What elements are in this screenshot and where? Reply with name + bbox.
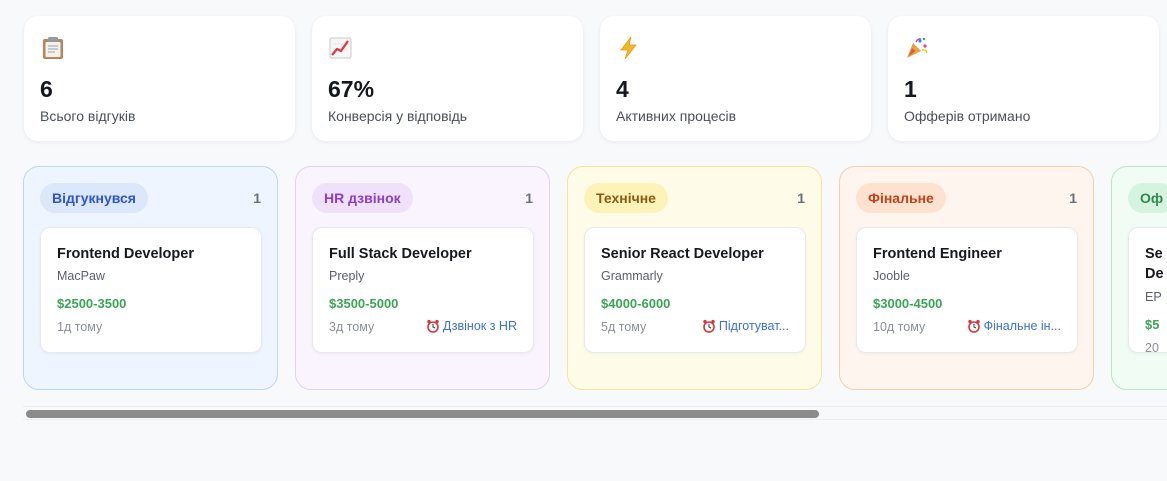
stage-badge: HR дзвінок bbox=[312, 183, 413, 213]
job-card[interactable]: Frontend Developer MacPaw $2500-3500 1д … bbox=[40, 227, 262, 353]
stage-badge: Оф bbox=[1128, 183, 1167, 213]
stage-badge: Відгукнувся bbox=[40, 183, 148, 213]
stat-card-offers: 1 Офферів отримано bbox=[888, 16, 1159, 141]
alarm-clock-icon bbox=[967, 319, 980, 333]
stat-value: 67% bbox=[328, 76, 375, 102]
job-title: Frontend Developer bbox=[57, 246, 194, 262]
next-task-text: Дзвінок з HR bbox=[442, 319, 517, 333]
job-age: 10д тому bbox=[873, 320, 926, 334]
stat-label: Всього відгуків bbox=[40, 108, 136, 124]
next-task-text: Підготуват... bbox=[718, 319, 789, 333]
next-task-link[interactable]: Підготуват... bbox=[702, 319, 789, 333]
next-task-link[interactable]: Дзвінок з HR bbox=[426, 319, 517, 333]
stat-value: 6 bbox=[40, 76, 53, 102]
job-title: Full Stack Developer bbox=[329, 246, 472, 262]
job-card[interactable]: Se De EP $5 20 bbox=[1128, 227, 1167, 355]
scrollbar-thumb[interactable] bbox=[26, 410, 819, 418]
stats-row: 6 Всього відгуків 67% Конверсія у відпов… bbox=[24, 16, 1159, 141]
job-card[interactable]: Senior React Developer Grammarly $4000-6… bbox=[584, 227, 806, 353]
stage-badge: Фінальне bbox=[856, 183, 946, 213]
job-salary: $5 bbox=[1145, 317, 1160, 332]
column-count: 1 bbox=[797, 190, 805, 206]
horizontal-scrollbar[interactable] bbox=[23, 406, 1167, 420]
party-popper-icon bbox=[907, 37, 928, 58]
job-title: Se bbox=[1145, 246, 1163, 262]
job-card[interactable]: Full Stack Developer Preply $3500-5000 3… bbox=[312, 227, 534, 353]
stat-card-total: 6 Всього відгуків bbox=[24, 16, 295, 141]
column-final: Фінальне 1 Frontend Engineer Jooble $300… bbox=[839, 166, 1094, 390]
stat-card-conversion: 67% Конверсія у відповідь bbox=[312, 16, 583, 141]
stat-label: Офферів отримано bbox=[904, 108, 1031, 124]
job-salary: $3500-5000 bbox=[329, 296, 399, 311]
stat-label: Активних процесів bbox=[616, 108, 737, 124]
job-title-line2: De bbox=[1145, 266, 1164, 282]
stat-value: 1 bbox=[904, 76, 917, 102]
stage-badge: Технічне bbox=[584, 183, 668, 213]
job-age: 1д тому bbox=[57, 320, 103, 334]
column-hr-call: HR дзвінок 1 Full Stack Developer Preply… bbox=[295, 166, 550, 390]
job-company: Preply bbox=[329, 269, 365, 283]
next-task-text: Фінальне ін... bbox=[983, 319, 1061, 333]
column-offer: Оф Se De EP $5 20 bbox=[1111, 166, 1167, 390]
kanban-board[interactable]: Відгукнувся 1 Frontend Developer MacPaw … bbox=[23, 166, 1167, 390]
job-company: Jooble bbox=[873, 269, 910, 283]
job-title: Frontend Engineer bbox=[873, 246, 1002, 262]
alarm-clock-icon bbox=[427, 319, 439, 333]
job-age: 5д тому bbox=[601, 320, 647, 334]
job-salary: $4000-6000 bbox=[601, 296, 671, 311]
column-applied: Відгукнувся 1 Frontend Developer MacPaw … bbox=[23, 166, 278, 390]
column-count: 1 bbox=[1069, 190, 1077, 206]
job-age: 3д тому bbox=[329, 320, 375, 334]
column-technical: Технічне 1 Senior React Developer Gramma… bbox=[567, 166, 822, 390]
clipboard-icon bbox=[43, 37, 63, 59]
job-company: MacPaw bbox=[57, 269, 105, 283]
alarm-clock-icon bbox=[703, 319, 715, 333]
job-age: 20 bbox=[1145, 341, 1159, 355]
next-task-link[interactable]: Фінальне ін... bbox=[967, 319, 1061, 333]
chart-increasing-icon bbox=[329, 37, 352, 59]
lightning-icon bbox=[620, 36, 637, 60]
stat-label: Конверсія у відповідь bbox=[328, 108, 468, 124]
stat-value: 4 bbox=[616, 76, 629, 102]
column-count: 1 bbox=[525, 190, 533, 206]
job-company: EP bbox=[1145, 290, 1162, 304]
job-salary: $2500-3500 bbox=[57, 296, 127, 311]
job-card[interactable]: Frontend Engineer Jooble $3000-4500 10д … bbox=[856, 227, 1078, 353]
job-title: Senior React Developer bbox=[601, 246, 764, 262]
column-count: 1 bbox=[253, 190, 261, 206]
job-salary: $3000-4500 bbox=[873, 296, 943, 311]
stat-card-active: 4 Активних процесів bbox=[600, 16, 871, 141]
job-company: Grammarly bbox=[601, 269, 663, 283]
